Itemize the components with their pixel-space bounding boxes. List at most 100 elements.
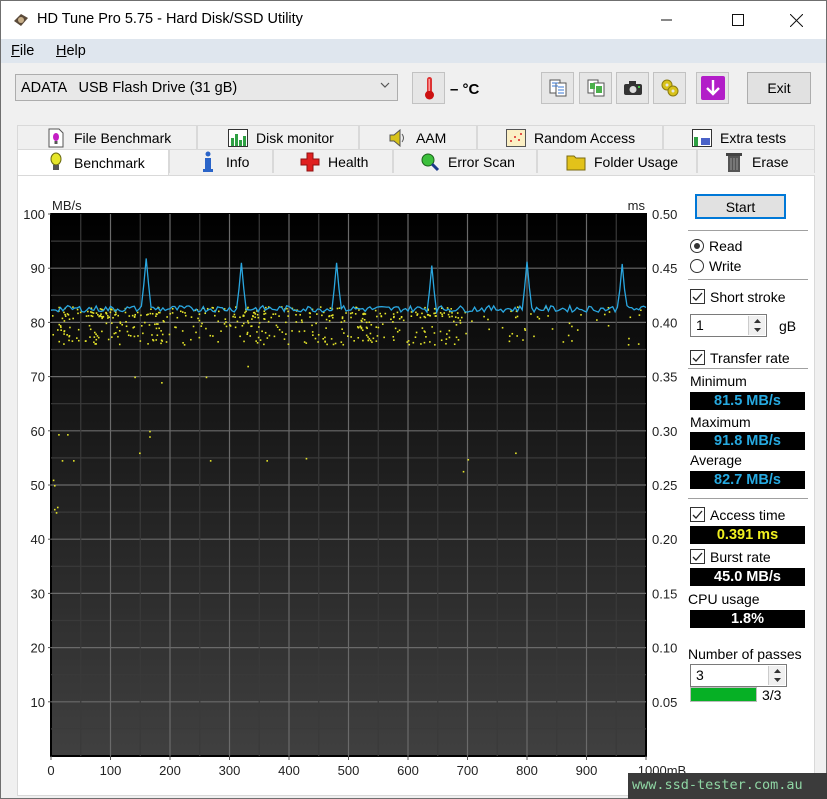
access-time-point [368, 321, 371, 324]
access-time-point [434, 315, 437, 317]
short-stroke-size-input[interactable]: 1 [690, 314, 767, 337]
maximize-button[interactable] [715, 1, 761, 39]
tab-label: Health [328, 153, 369, 170]
access-time-point [168, 333, 171, 336]
tab-aam[interactable]: AAM [359, 125, 477, 149]
read-radio[interactable] [690, 239, 704, 253]
tab-label: Benchmark [74, 154, 145, 171]
access-time-point [87, 310, 89, 313]
transfer-rate-label: Transfer rate [710, 350, 790, 366]
spin-buttons[interactable] [768, 666, 785, 685]
thermometer-icon [424, 77, 434, 100]
y-tick-label-right: 0.45 [652, 261, 677, 276]
access-time-point [287, 310, 289, 313]
access-time-point [212, 307, 215, 309]
access-time-point [329, 307, 332, 309]
access-time-point [314, 337, 317, 340]
short-stroke-unit: gB [779, 318, 797, 334]
start-button[interactable]: Start [695, 194, 786, 219]
tab-benchmark[interactable]: Benchmark [17, 149, 169, 175]
access-time-point [77, 339, 80, 342]
access-time-point [263, 313, 265, 315]
access-time-point [383, 336, 385, 339]
tab-health[interactable]: Health [273, 149, 393, 173]
access-time-point [291, 330, 293, 332]
access-time-point [370, 323, 373, 326]
access-time-point [195, 331, 197, 334]
separator [688, 230, 808, 231]
access-time-point [68, 339, 70, 342]
access-time-point [316, 313, 318, 315]
access-time-point [160, 330, 162, 332]
access-time-point [270, 316, 273, 319]
access-time-point [627, 344, 630, 346]
access-time-point [171, 312, 174, 314]
save-button[interactable] [696, 72, 729, 104]
average-value: 82.7 MB/s [690, 471, 805, 489]
passes-input[interactable]: 3 [690, 664, 787, 687]
access-time-point [448, 316, 451, 318]
write-radio[interactable] [690, 259, 704, 273]
tab-error-scan[interactable]: Error Scan [393, 149, 537, 173]
tab-folder-usage[interactable]: Folder Usage [537, 149, 697, 173]
access-time-point [367, 339, 370, 342]
access-time-point [448, 336, 451, 339]
tab-info[interactable]: Info [169, 149, 273, 173]
access-time-point [56, 506, 59, 509]
access-time-point [366, 327, 368, 330]
access-time-point [341, 328, 343, 330]
tab-erase[interactable]: Erase [697, 149, 815, 173]
access-time-point [258, 322, 261, 324]
spin-buttons[interactable] [748, 316, 765, 335]
passes-progress-bar [690, 687, 757, 702]
burst-rate-checkbox[interactable] [690, 549, 705, 564]
tab-file-benchmark[interactable]: File Benchmark [17, 125, 197, 149]
access-time-point [95, 333, 97, 336]
y-tick-label-left: 100 [23, 207, 45, 222]
access-time-point [268, 334, 271, 337]
short-stroke-checkbox[interactable] [690, 289, 705, 304]
access-time-point [340, 341, 343, 343]
access-time-point [607, 324, 610, 327]
drive-select[interactable]: ADATA USB Flash Drive (31 gB) [15, 74, 398, 101]
access-time-point [357, 336, 360, 339]
access-time-point [393, 339, 395, 341]
close-button[interactable] [773, 1, 819, 39]
copy-text-button[interactable] [541, 72, 574, 104]
access-time-point [239, 335, 241, 338]
temperature-button[interactable] [412, 72, 445, 104]
access-time-point [205, 376, 208, 379]
access-time-point [379, 312, 382, 315]
screenshot-button[interactable] [616, 72, 649, 104]
access-time-point [136, 311, 139, 314]
copy-screenshot-button[interactable] [579, 72, 612, 104]
tab-disk-monitor[interactable]: Disk monitor [197, 125, 359, 149]
access-time-point [234, 326, 237, 329]
tab-label: File Benchmark [74, 129, 172, 146]
access-time-point [374, 309, 377, 312]
minimize-button[interactable] [644, 1, 690, 39]
access-time-point [242, 322, 245, 325]
access-time-checkbox[interactable] [690, 507, 705, 522]
exit-button[interactable]: Exit [747, 72, 811, 104]
access-time-point [89, 336, 91, 338]
options-button[interactable] [653, 72, 686, 104]
y-tick-label-right: 0.40 [652, 315, 677, 330]
separator [688, 279, 808, 280]
drive-select-value: ADATA USB Flash Drive (31 gB) [21, 79, 238, 96]
transfer-rate-checkbox[interactable] [690, 350, 705, 365]
menu-file[interactable]: File [11, 43, 34, 59]
random-access-icon [506, 128, 526, 148]
minimize-icon [661, 19, 672, 21]
access-time-point [155, 327, 158, 330]
download-arrow-icon [700, 76, 725, 100]
tab-random-access[interactable]: Random Access [477, 125, 663, 149]
separator [688, 368, 808, 369]
access-time-point [434, 343, 436, 346]
access-time-point [161, 340, 164, 342]
y-tick-label-right: 0.15 [652, 586, 677, 601]
access-time-point [217, 310, 220, 313]
menu-help[interactable]: Help [56, 43, 86, 59]
access-time-point [71, 340, 74, 342]
tab-extra-tests[interactable]: Extra tests [663, 125, 815, 149]
